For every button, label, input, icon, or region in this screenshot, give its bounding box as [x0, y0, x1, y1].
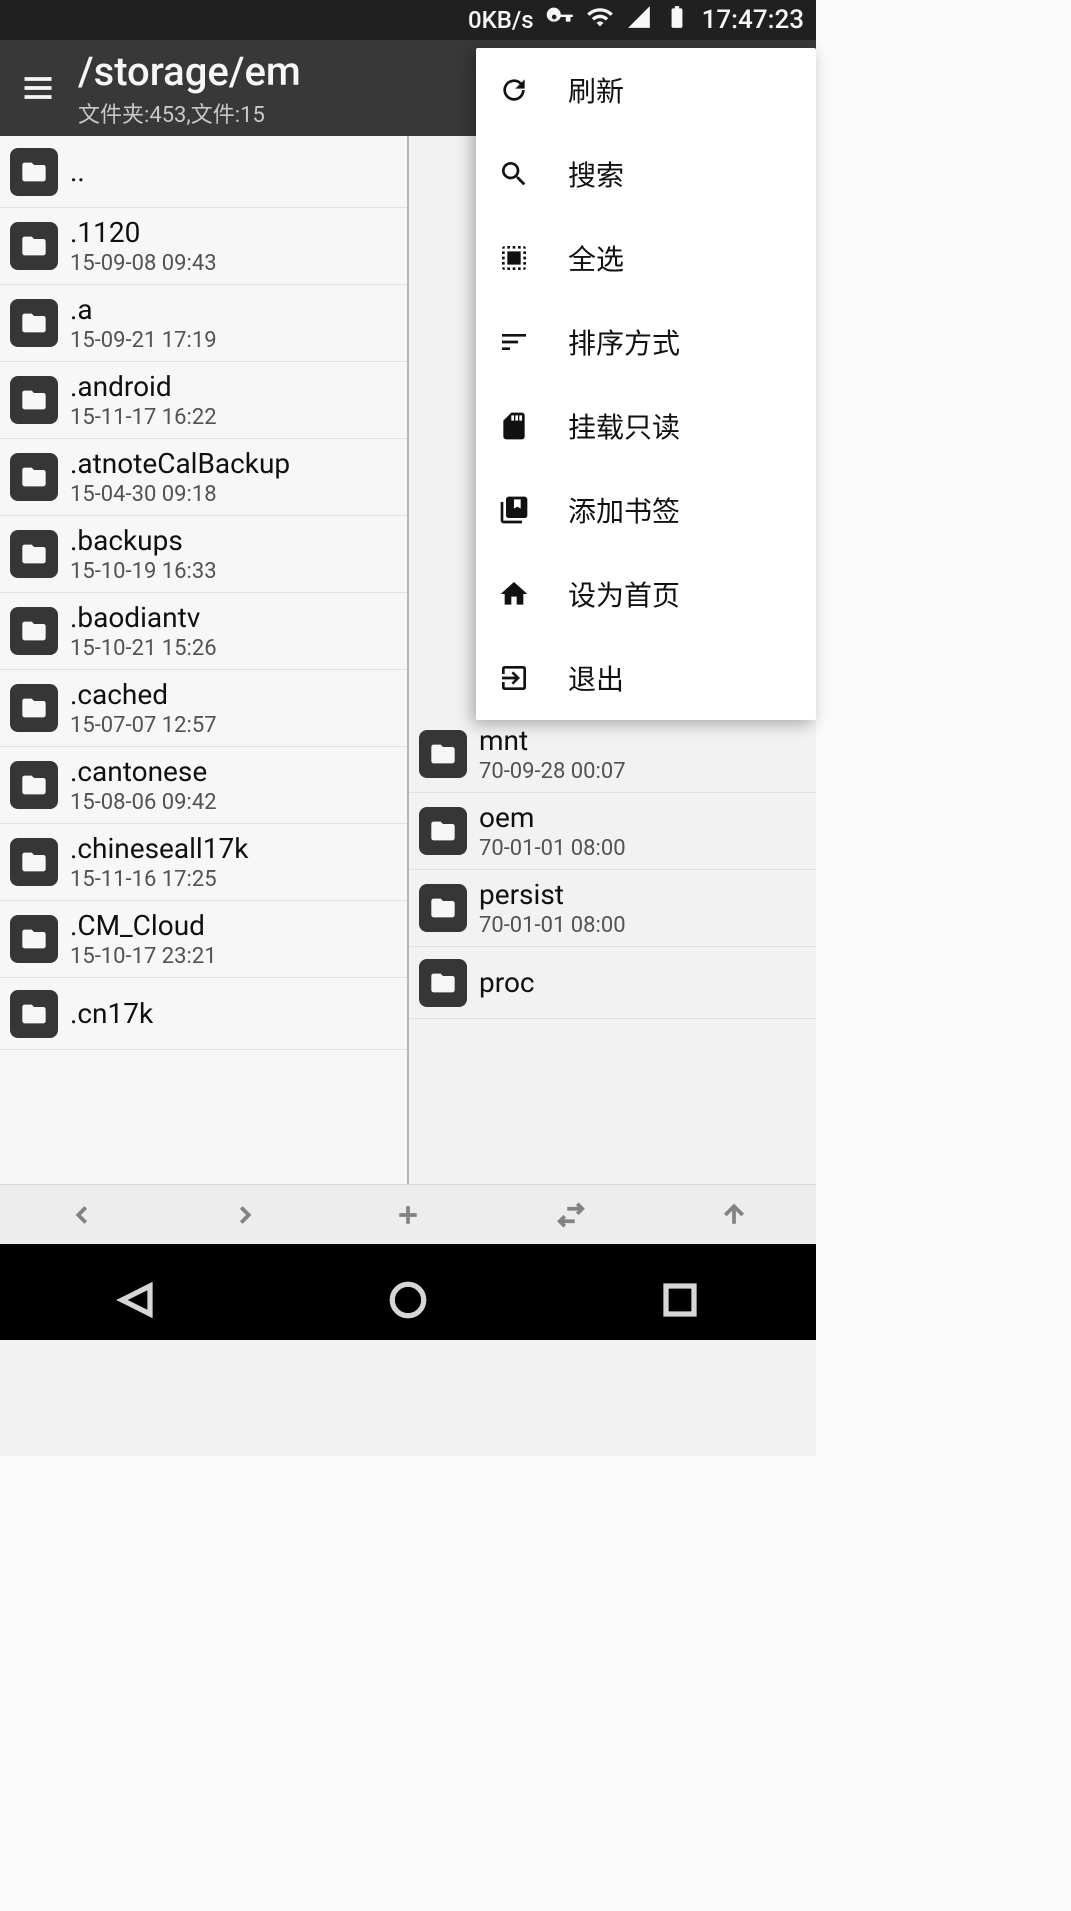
menu-item-select-all[interactable]: 全选 [476, 216, 816, 300]
menu-label: 退出 [568, 658, 624, 698]
menu-label: 全选 [568, 238, 624, 278]
menu-label: 设为首页 [568, 574, 680, 614]
menu-label: 搜索 [568, 154, 624, 194]
sd-icon [496, 408, 532, 444]
select-all-icon [496, 240, 532, 276]
menu-item-sd[interactable]: 挂载只读 [476, 384, 816, 468]
sort-icon [496, 324, 532, 360]
exit-icon [496, 660, 532, 696]
menu-item-home[interactable]: 设为首页 [476, 552, 816, 636]
menu-item-search[interactable]: 搜索 [476, 132, 816, 216]
search-icon [496, 156, 532, 192]
menu-item-exit[interactable]: 退出 [476, 636, 816, 720]
menu-item-bookmark[interactable]: 添加书签 [476, 468, 816, 552]
menu-label: 刷新 [568, 70, 624, 110]
home-icon [496, 576, 532, 612]
menu-label: 添加书签 [568, 490, 680, 530]
menu-item-sort[interactable]: 排序方式 [476, 300, 816, 384]
overflow-menu: 刷新搜索全选排序方式挂载只读添加书签设为首页退出 [476, 48, 816, 720]
menu-item-refresh[interactable]: 刷新 [476, 48, 816, 132]
menu-label: 挂载只读 [568, 406, 680, 446]
bookmark-icon [496, 492, 532, 528]
menu-label: 排序方式 [568, 322, 680, 362]
refresh-icon [496, 72, 532, 108]
